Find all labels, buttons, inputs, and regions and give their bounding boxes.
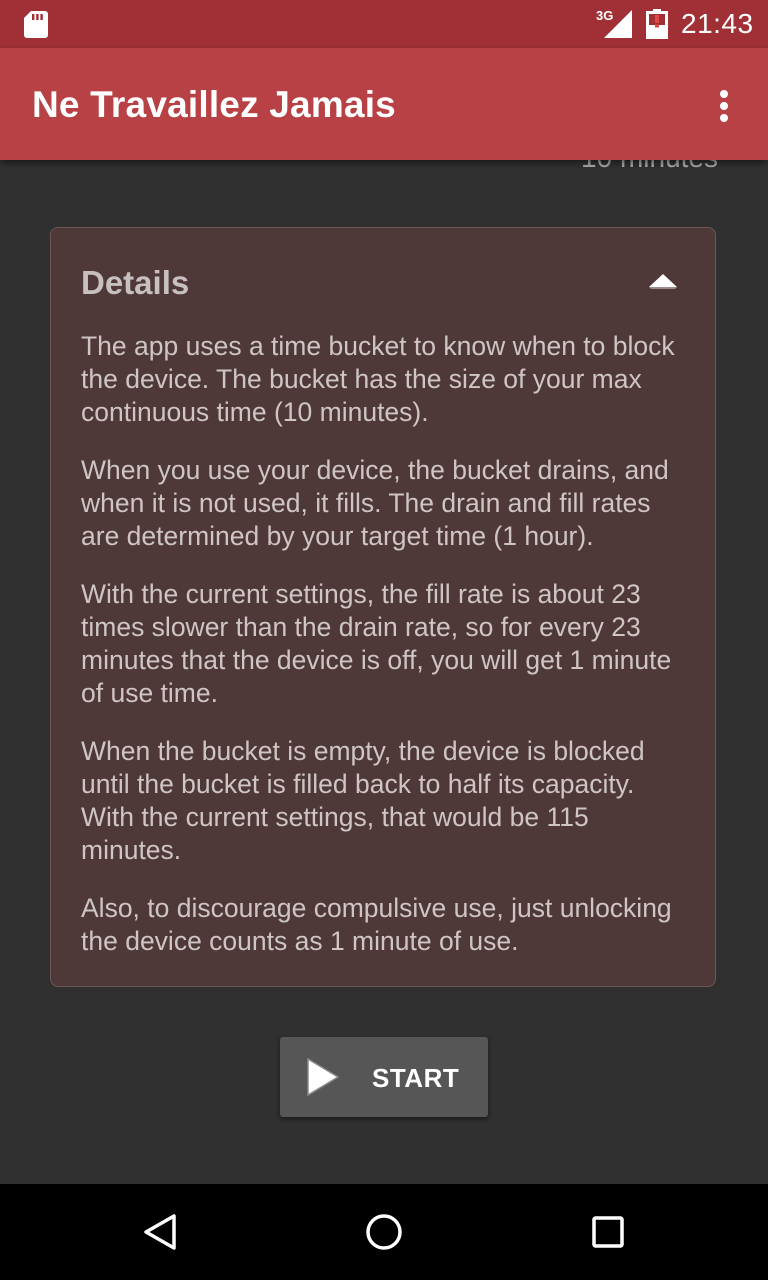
more-options-button[interactable] [700, 78, 748, 130]
details-paragraph: With the current settings, the fill rate… [81, 579, 672, 708]
chevron-up-icon[interactable] [647, 272, 679, 292]
details-card: Details The app uses a time bucket to kn… [50, 227, 716, 987]
details-paragraph: When you use your device, the bucket dra… [81, 455, 669, 551]
partial-setting-value: 10 minutes [581, 160, 718, 174]
start-button[interactable]: START [280, 1037, 488, 1117]
app-title: Ne Travaillez Jamais [32, 84, 396, 125]
battery-icon [646, 9, 668, 39]
details-body: The app uses a time bucket to know when … [81, 330, 693, 983]
home-icon[interactable] [364, 1212, 404, 1252]
screen: 3G 21:43 Ne Travaillez Jamais 10 minutes… [0, 0, 768, 1280]
play-icon [307, 1057, 340, 1097]
back-icon[interactable] [140, 1212, 180, 1252]
signal-icon [604, 10, 632, 38]
status-bar: 3G 21:43 [0, 0, 768, 48]
details-paragraph: When the bucket is empty, the device is … [81, 736, 645, 865]
navigation-bar [0, 1184, 768, 1280]
more-vert-icon [720, 90, 728, 98]
sd-card-icon [24, 11, 48, 38]
start-label: START [372, 1063, 460, 1093]
app-bar: Ne Travaillez Jamais [0, 48, 768, 160]
main-content[interactable]: 10 minutes Details The app uses a time b… [0, 160, 768, 1184]
details-paragraph: Also, to discourage compulsive use, just… [81, 893, 672, 956]
details-paragraph: The app uses a time bucket to know when … [81, 331, 675, 427]
details-title: Details [81, 264, 190, 301]
clock: 21:43 [681, 8, 754, 39]
recents-icon[interactable] [588, 1212, 628, 1252]
